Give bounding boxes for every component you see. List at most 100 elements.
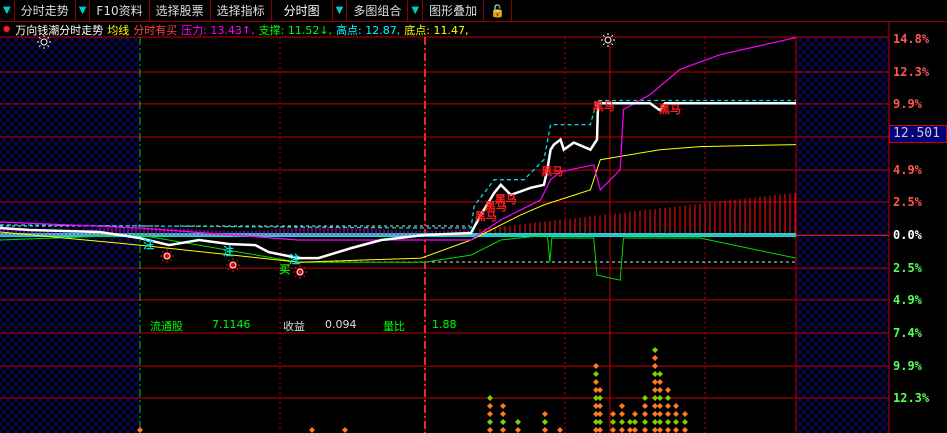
volume-dot [665,403,671,409]
tab-select-stock[interactable]: 选择股票 [150,0,211,22]
y-axis-label: 4.9% [893,292,922,307]
low-value: 底点: 11.47, [404,23,469,37]
volume-dot [597,411,603,417]
volume-dot [487,411,493,417]
volume-dot [487,403,493,409]
volume-dot [593,379,599,385]
volume-dot [657,419,663,425]
volume-dot [673,411,679,417]
volume-dot [500,427,506,433]
sun-icon [40,38,48,46]
volume-dot [597,403,603,409]
zhu-signal: 注 [143,237,155,251]
volume-dot [487,427,493,433]
volume-ratio-label: 量比 [383,320,405,333]
volume-dot [652,347,658,353]
volume-dot [673,427,679,433]
heima-signal: 黑马 [592,100,615,114]
volume-dot [665,419,671,425]
volume-ratio-value: 1.88 [432,318,457,331]
volume-dot [665,387,671,393]
volume-dot [500,411,506,417]
y-axis-label: 9.9% [893,96,922,111]
buy-point-icon-ray [170,250,173,253]
volume-dot [652,363,658,369]
volume-dot [657,395,663,401]
volume-dot [665,395,671,401]
tab-overlay[interactable]: 图形叠加 [423,0,485,22]
buy-point-icon [229,261,237,269]
tab-intraday-chart[interactable]: 分时图 [272,0,333,22]
volume-dot [542,419,548,425]
volume-dot [500,419,506,425]
high-value: 高点: 12.87, [336,23,401,37]
dropdown-icon[interactable]: ▼ [333,0,348,22]
volume-dot [682,411,688,417]
dropdown-icon[interactable]: ▼ [408,0,424,22]
volume-dots [137,347,688,433]
heima-signal: 黑马 [658,102,681,116]
volume-dot [610,419,616,425]
volume-dot [487,395,493,401]
volume-dot [597,419,603,425]
tab-intraday-trend[interactable]: 分时走势 [15,0,76,22]
y-axis-label: 2.5% [893,194,922,209]
sun-icon-ray [602,34,605,37]
buy-point-icon-ray [161,250,164,253]
mai-signal: 买 [279,263,291,277]
volume-dot [665,411,671,417]
volume-dot [542,411,548,417]
volume-dot [673,403,679,409]
tab-select-indicator[interactable]: 选择指标 [211,0,272,22]
buy-point-icon-ray [161,259,164,262]
buy-point-icon [296,268,304,276]
volume-dot [657,379,663,385]
buy-point-icon [163,252,171,260]
buy-point-icon-ray [236,268,239,271]
intraday-chart[interactable] [0,0,947,433]
volume-dot [542,427,548,433]
volume-dot [642,411,648,417]
heima-signal: 黑马 [541,165,564,179]
volume-dot [632,419,638,425]
info-bar: ✹ 万向钱潮分时走势 均线 分时有买 压力: 13.43↑, 支撑: 11.52… [0,22,468,37]
sun-icon [604,36,612,44]
eps-value: 0.094 [325,318,357,331]
volume-dot [515,419,521,425]
tab-f10[interactable]: F10资料 [90,0,150,22]
sun-icon-ray [611,34,614,37]
avg-label: 均线 [107,23,130,37]
buy-point-icon-ray [170,259,173,262]
volume-dot [487,419,493,425]
eps-label: 收益 [283,320,305,333]
pressure-value: 压力: 13.43↑, [181,23,255,37]
y-axis-label: 7.4% [893,326,922,341]
buy-point-icon-ray [236,259,239,262]
volume-dot [657,387,663,393]
y-axis-label: 4.9% [893,163,922,178]
tab-multi-chart[interactable]: 多图组合 [347,0,409,22]
volume-dot [500,403,506,409]
volume-dot [632,411,638,417]
volume-dot [642,419,648,425]
volume-dot [652,355,658,361]
signal-label: 分时有买 [133,23,178,37]
volume-dot [597,387,603,393]
volume-dot [619,427,625,433]
dropdown-icon[interactable]: ▼ [76,0,91,22]
float-shares-label: 流通股 [150,320,183,333]
volume-dot [632,427,638,433]
y-axis-label: 12.3% [893,65,930,80]
volume-dot [657,427,663,433]
volume-dot [665,427,671,433]
volume-dot [593,371,599,377]
dropdown-icon[interactable]: ▼ [0,0,15,22]
sun-icon-ray [602,43,605,46]
support-value: 支撑: 11.52↓, [258,23,333,37]
volume-dot [557,427,563,433]
lock-icon[interactable]: 🔓 [484,0,513,22]
volume-dot [657,371,663,377]
sun-icon-ray [611,43,614,46]
volume-dot [657,411,663,417]
gear-icon[interactable]: ✹ [2,23,11,36]
